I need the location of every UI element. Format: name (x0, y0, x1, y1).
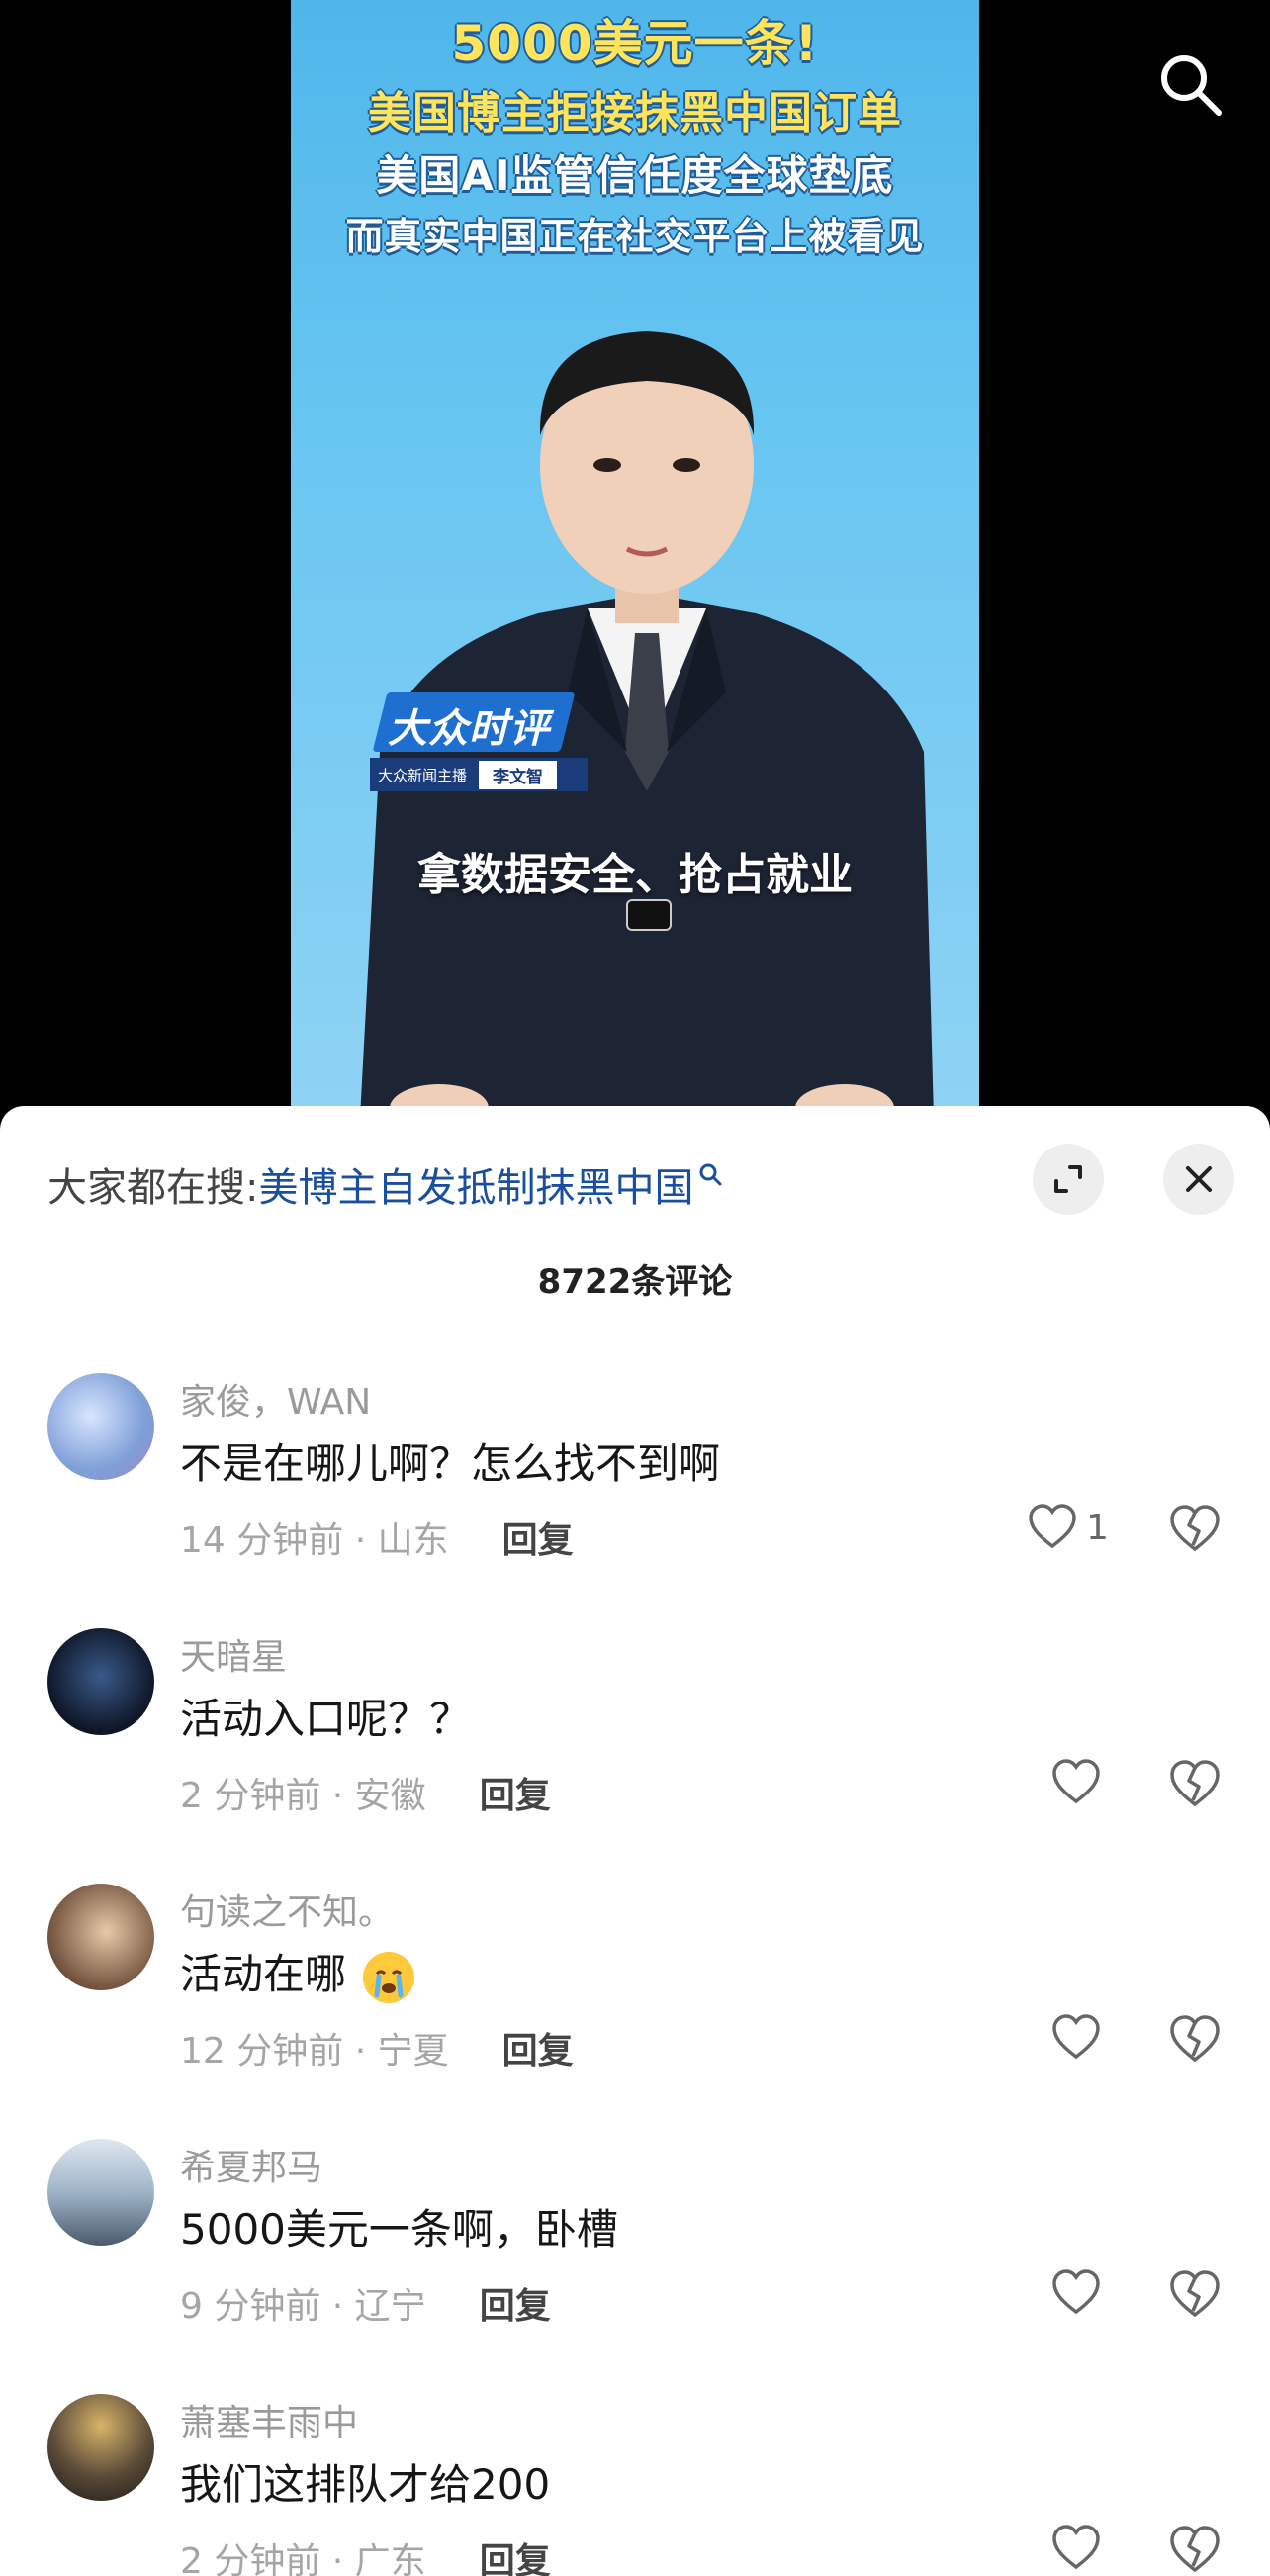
like-button[interactable] (1050, 2012, 1102, 2064)
comment-item[interactable]: 希夏邦马 5000美元一条啊，卧槽 9 分钟前 · 辽宁 回复 (0, 2119, 1270, 2374)
comment-username[interactable]: 天暗星 (180, 1628, 287, 1680)
comment-username[interactable]: 希夏邦马 (180, 2139, 322, 2190)
comment-username[interactable]: 萧塞丰雨中 (180, 2394, 358, 2445)
comment-count: 8722条评论 (537, 1262, 733, 1302)
expand-button[interactable] (1033, 1144, 1104, 1215)
dislike-icon[interactable] (1167, 1757, 1223, 1812)
comment-meta: 2 分钟前 · 广东 回复 (180, 2532, 551, 2576)
comment-text: 5000美元一条啊，卧槽 (180, 2205, 618, 2254)
close-icon (1186, 1166, 1212, 1192)
comment-text: 活动在哪 (180, 1941, 415, 2003)
like-button[interactable] (1050, 2523, 1102, 2574)
comment-username[interactable]: 句读之不知。 (180, 1884, 394, 1935)
like-button[interactable] (1050, 2267, 1102, 2319)
heart-icon (1029, 1504, 1076, 1549)
reply-button[interactable]: 回复 (480, 1767, 551, 1818)
reply-button[interactable]: 回复 (502, 2022, 574, 2073)
heart-icon (1052, 1759, 1100, 1804)
dislike-icon[interactable] (1167, 2523, 1223, 2576)
avatar[interactable] (47, 1373, 154, 1480)
reply-button[interactable]: 回复 (502, 1512, 574, 1563)
avatar[interactable] (47, 1628, 154, 1735)
comment-time-location: 2 分钟前 · 广东 (180, 2541, 426, 2576)
avatar[interactable] (47, 2394, 154, 2501)
like-count: 1 (1086, 1507, 1109, 1548)
heart-icon (1052, 2525, 1100, 2570)
news-anchor-figure (360, 331, 934, 1118)
comment-time-location: 12 分钟前 · 宁夏 (180, 2031, 449, 2071)
reply-button[interactable]: 回复 (480, 2532, 551, 2576)
avatar[interactable] (47, 1884, 154, 1990)
comment-text-body: 活动在哪 (180, 1950, 347, 1998)
comment-time-location: 2 分钟前 · 安徽 (180, 1776, 426, 1816)
expand-icon (1054, 1165, 1082, 1193)
dislike-icon[interactable] (1167, 2267, 1223, 2323)
brand-subtitle: 大众新闻主播 (378, 766, 468, 784)
comment-meta: 9 分钟前 · 辽宁 回复 (180, 2277, 551, 2329)
comment-meta: 14 分钟前 · 山东 回复 (180, 1512, 574, 1563)
comment-time-location: 14 分钟前 · 山东 (180, 1520, 449, 1561)
anchor-name: 李文智 (479, 760, 558, 789)
like-button[interactable]: 1 (1027, 1502, 1109, 1553)
comment-time-location: 9 分钟前 · 辽宁 (180, 2286, 426, 2327)
comment-item[interactable]: 天暗星 活动入口呢？？ 2 分钟前 · 安徽 回复 (0, 1609, 1270, 1864)
search-icon[interactable] (1155, 49, 1225, 119)
avatar[interactable] (47, 2139, 154, 2246)
trending-search[interactable]: 大家都在搜: 美博主自发抵制抹黑中国 (47, 1150, 723, 1219)
program-logo: 大众时评 大众新闻主播 李文智 (370, 692, 588, 801)
search-small-icon (699, 1163, 722, 1186)
like-button[interactable] (1050, 1757, 1102, 1808)
heart-icon (1052, 2014, 1100, 2060)
comment-text: 活动入口呢？？ (180, 1695, 472, 1743)
comment-text: 我们这排队才给200 (180, 2460, 551, 2509)
comment-text: 不是在哪儿啊？怎么找不到啊 (180, 1439, 721, 1488)
dislike-icon[interactable] (1167, 2012, 1223, 2068)
comment-username[interactable]: 家俊，WAN (180, 1373, 371, 1425)
trending-search-term[interactable]: 美博主自发抵制抹黑中国 (258, 1155, 693, 1213)
comment-sheet: 大家都在搜: 美博主自发抵制抹黑中国 8722条评论 家俊，WAN 不是在哪儿啊… (0, 1106, 1270, 2576)
heart-icon (1052, 2269, 1100, 2315)
trending-search-label: 大家都在搜: (47, 1165, 259, 1211)
brand-name: 大众时评 (388, 706, 550, 752)
comment-item[interactable]: 句读之不知。 活动在哪 12 分钟前 · 宁夏 回复 (0, 1864, 1270, 2119)
video-player[interactable]: 5000美元一条! 美国博主拒接抹黑中国订单 美国AI监管信任度全球垫底 而真实… (291, 0, 979, 1118)
video-caption: 拿数据安全、抢占就业 (417, 850, 853, 900)
comment-meta: 2 分钟前 · 安徽 回复 (180, 1767, 551, 1818)
crying-emoji-icon (363, 1951, 415, 2003)
comment-meta: 12 分钟前 · 宁夏 回复 (180, 2022, 574, 2073)
dislike-icon[interactable] (1167, 1502, 1223, 1557)
close-button[interactable] (1163, 1144, 1234, 1215)
comment-item[interactable]: 萧塞丰雨中 我们这排队才给200 2 分钟前 · 广东 回复 (0, 2374, 1270, 2576)
reply-button[interactable]: 回复 (480, 2277, 551, 2329)
screen: 5000美元一条! 美国博主拒接抹黑中国订单 美国AI监管信任度全球垫底 而真实… (0, 0, 1270, 2576)
comment-item[interactable]: 家俊，WAN 不是在哪儿啊？怎么找不到啊 14 分钟前 · 山东 回复 1 (0, 1353, 1270, 1609)
